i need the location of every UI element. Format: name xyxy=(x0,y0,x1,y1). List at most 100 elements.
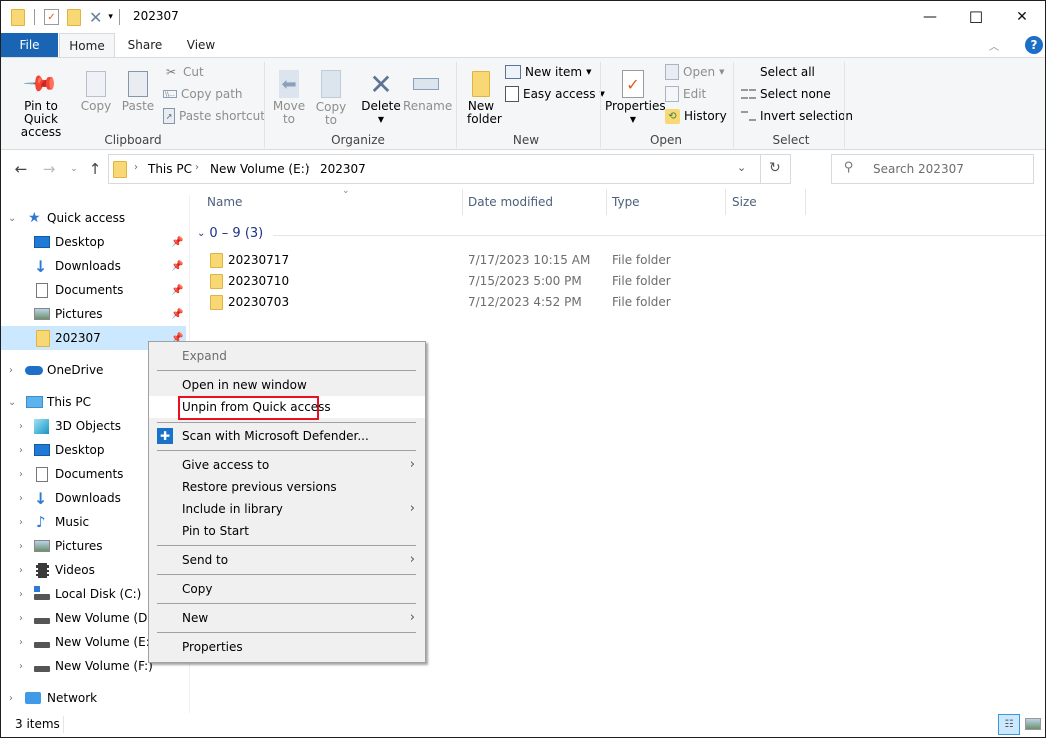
pin-icon[interactable]: 📌 xyxy=(171,237,183,248)
column-header-date-modified[interactable]: Date modified xyxy=(468,195,553,215)
column-header-name[interactable]: Name xyxy=(207,195,242,215)
tab-share[interactable]: Share xyxy=(119,33,171,57)
pin-icon[interactable]: 📌 xyxy=(171,285,183,296)
large-icons-view-button[interactable] xyxy=(1025,718,1041,730)
nav-quick-downloads[interactable]: ↓ Downloads 📌 xyxy=(1,254,186,278)
chevron-right-icon[interactable]: › xyxy=(19,493,23,504)
menu-item-new[interactable]: New › xyxy=(149,607,425,629)
minimize-button[interactable]: — xyxy=(907,1,953,33)
menu-item-properties[interactable]: Properties xyxy=(149,636,425,658)
move-to-button[interactable]: ⬅ Move to xyxy=(271,68,307,126)
menu-item-restore-previous-versions[interactable]: Restore previous versions xyxy=(149,476,425,498)
breadcrumb-new-volume-e[interactable]: New Volume (E:) xyxy=(210,162,309,176)
chevron-right-icon[interactable]: › xyxy=(19,445,23,456)
nav-network[interactable]: › Network xyxy=(1,686,186,710)
item-count: 3 items xyxy=(15,717,60,731)
edit-button[interactable]: Edit xyxy=(665,84,706,104)
copy-button[interactable]: Copy xyxy=(79,68,113,113)
chevron-right-icon[interactable]: › xyxy=(19,613,23,624)
chevron-right-icon[interactable]: › xyxy=(19,541,23,552)
chevron-right-icon[interactable]: › xyxy=(19,661,23,672)
group-header[interactable]: ⌄ 0 – 9 (3) xyxy=(197,226,263,241)
videos-icon xyxy=(36,562,49,578)
menu-item-open-in-new-window[interactable]: Open in new window xyxy=(149,374,425,396)
copy-path-icon: \\... xyxy=(163,90,177,98)
nav-quick-pictures[interactable]: Pictures 📌 xyxy=(1,302,186,326)
recent-locations-button[interactable]: ⌄ xyxy=(63,158,85,180)
chevron-right-icon[interactable]: › xyxy=(19,421,23,432)
delete-button[interactable]: ✕ Delete ▼ xyxy=(361,68,401,126)
file-row[interactable]: 20230717 7/17/2023 10:15 AM File folder xyxy=(201,250,861,271)
file-type: File folder xyxy=(612,253,671,267)
details-view-button[interactable]: ☷ xyxy=(998,714,1020,735)
pin-to-quick-access-button[interactable]: 📌 Pin to Quick access xyxy=(7,65,75,139)
chevron-right-icon[interactable]: › xyxy=(9,365,13,376)
paste-button[interactable]: Paste xyxy=(119,68,157,113)
back-button[interactable]: ← xyxy=(10,158,32,180)
close-button[interactable]: ✕ xyxy=(999,1,1045,33)
chevron-right-icon[interactable]: › xyxy=(19,589,23,600)
easy-access-button[interactable]: Easy access ▼ xyxy=(505,84,605,104)
chevron-down-icon: ▼ xyxy=(719,68,725,76)
column-header-size[interactable]: Size xyxy=(732,195,757,215)
menu-item-copy[interactable]: Copy xyxy=(149,578,425,600)
menu-item-unpin-from-quick-access[interactable]: Unpin from Quick access xyxy=(149,396,425,420)
file-row[interactable]: 20230703 7/12/2023 4:52 PM File folder xyxy=(201,292,861,313)
file-row[interactable]: 20230710 7/15/2023 5:00 PM File folder xyxy=(201,271,861,292)
copy-path-button[interactable]: \\... Copy path xyxy=(163,84,243,104)
address-bar[interactable]: › This PC › New Volume (E:) › 202307 ⌄ ↻ xyxy=(108,154,791,184)
menu-item-send-to[interactable]: Send to › xyxy=(149,549,425,571)
select-none-button[interactable]: Select none xyxy=(741,84,831,104)
open-button[interactable]: Open ▼ xyxy=(665,62,724,82)
chevron-right-icon[interactable]: › xyxy=(19,469,23,480)
new-item-button[interactable]: New item ▼ xyxy=(505,62,592,82)
folder-icon xyxy=(36,329,50,347)
address-dropdown-icon[interactable]: ⌄ xyxy=(737,161,746,174)
rename-button[interactable]: Rename xyxy=(403,68,452,113)
breadcrumb-202307[interactable]: 202307 xyxy=(320,162,366,176)
invert-selection-button[interactable]: Invert selection xyxy=(741,106,853,126)
sort-indicator-icon: ⌄ xyxy=(342,186,350,196)
help-icon[interactable]: ? xyxy=(1025,36,1043,54)
chevron-right-icon[interactable]: › xyxy=(9,693,13,704)
up-button[interactable]: ↑ xyxy=(84,158,106,180)
drive-icon xyxy=(34,618,50,624)
nav-quick-access[interactable]: ⌄ ★ Quick access xyxy=(1,206,186,230)
chevron-right-icon[interactable]: › xyxy=(19,517,23,528)
tab-file[interactable]: File xyxy=(1,33,58,57)
star-icon: ★ xyxy=(28,210,41,226)
maximize-button[interactable]: ☐ xyxy=(953,1,999,33)
breadcrumb-this-pc[interactable]: This PC xyxy=(148,162,192,176)
pin-icon[interactable]: 📌 xyxy=(171,261,183,272)
tab-view[interactable]: View xyxy=(175,33,227,57)
nav-quick-documents[interactable]: Documents 📌 xyxy=(1,278,186,302)
chevron-right-icon[interactable]: › xyxy=(19,637,23,648)
menu-item-expand[interactable]: Expand xyxy=(149,345,425,367)
collapse-ribbon-icon[interactable]: ︿ xyxy=(989,38,999,53)
copy-to-button[interactable]: Copy to xyxy=(313,68,349,127)
menu-item-give-access-to[interactable]: Give access to › xyxy=(149,454,425,476)
search-box[interactable]: ⚲ Search 202307 xyxy=(831,154,1034,184)
refresh-icon[interactable]: ↻ xyxy=(769,160,781,176)
properties-button[interactable]: ✓ Properties ▼ xyxy=(605,68,666,126)
new-folder-button[interactable]: New folder xyxy=(461,68,502,126)
pin-icon[interactable]: 📌 xyxy=(171,309,183,320)
menu-item-include-in-library[interactable]: Include in library › xyxy=(149,498,425,520)
history-button[interactable]: ⟲ History xyxy=(665,106,727,126)
chevron-down-icon[interactable]: ⌄ xyxy=(8,397,16,408)
new-folder-icon[interactable] xyxy=(67,8,81,26)
chevron-down-icon[interactable]: ⌄ xyxy=(8,213,16,224)
forward-button[interactable]: → xyxy=(38,158,60,180)
column-header-type[interactable]: Type xyxy=(612,195,640,215)
nav-quick-desktop[interactable]: Desktop 📌 xyxy=(1,230,186,254)
paste-shortcut-button[interactable]: ↗ Paste shortcut xyxy=(163,106,265,126)
menu-item-scan-with-defender[interactable]: ✚ Scan with Microsoft Defender... xyxy=(149,425,425,447)
delete-icon[interactable]: ✕ xyxy=(89,8,102,27)
properties-icon[interactable]: ✓ xyxy=(44,9,59,25)
cut-button[interactable]: ✂ Cut xyxy=(163,62,204,82)
chevron-right-icon[interactable]: › xyxy=(19,565,23,576)
select-all-button[interactable]: Select all xyxy=(741,62,815,82)
menu-item-pin-to-start[interactable]: Pin to Start xyxy=(149,520,425,542)
customize-toolbar-icon[interactable]: ▾ xyxy=(108,12,113,22)
tab-home[interactable]: Home xyxy=(59,33,115,58)
